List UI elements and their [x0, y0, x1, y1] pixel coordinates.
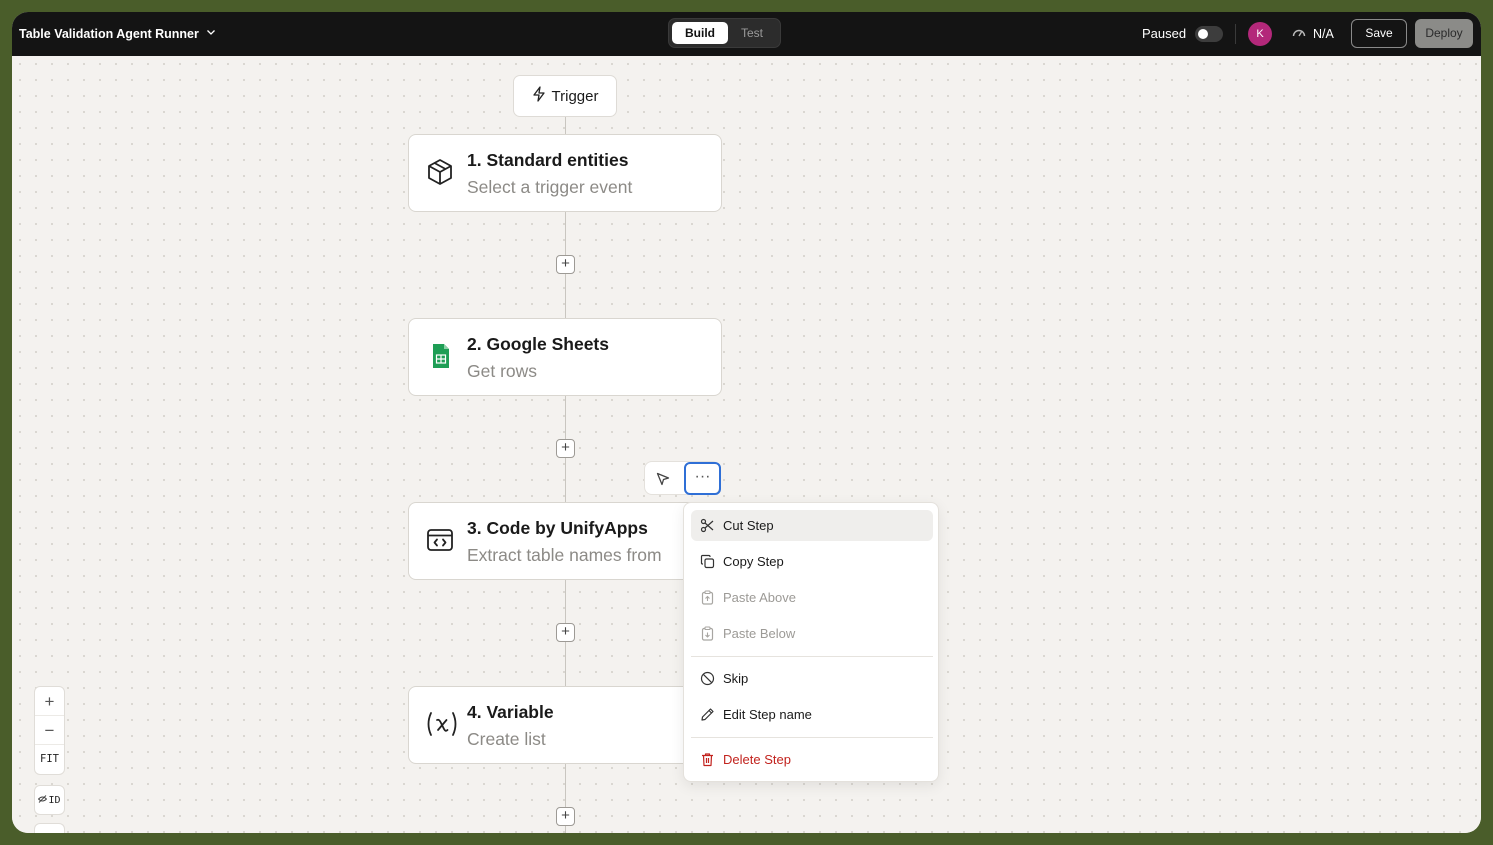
chevron-down-icon — [205, 26, 217, 41]
menu-item-skip[interactable]: Skip — [691, 663, 933, 694]
menu-item-delete-step[interactable]: Delete Step — [691, 744, 933, 775]
menu-divider — [691, 656, 933, 657]
paused-label: Paused — [1142, 26, 1187, 41]
menu-item-label: Delete Step — [723, 752, 791, 767]
add-step-button[interactable]: + — [556, 807, 575, 826]
paused-toggle[interactable] — [1195, 26, 1223, 42]
show-ids-toggle[interactable]: ID — [34, 785, 65, 815]
step-card[interactable]: 1. Standard entities Select a trigger ev… — [408, 134, 722, 212]
step-title: 1. Standard entities — [467, 150, 629, 170]
skip-circle-icon — [699, 671, 715, 687]
menu-item-label: Cut Step — [723, 518, 774, 533]
metric-indicator[interactable]: N/A — [1291, 26, 1334, 41]
zoom-controls: + − FIT — [34, 686, 65, 775]
copy-icon — [699, 554, 715, 570]
add-step-button[interactable]: + — [556, 439, 575, 458]
trigger-label: Trigger — [551, 87, 599, 105]
menu-item-paste-above[interactable]: Paste Above — [691, 582, 933, 613]
more-options-button[interactable]: ··· — [684, 462, 721, 495]
menu-item-label: Edit Step name — [723, 707, 812, 722]
box-icon — [425, 157, 457, 189]
step-title: 3. Code by UnifyApps — [467, 518, 648, 538]
cursor-pointer-icon[interactable] — [651, 468, 675, 490]
menu-item-cut-step[interactable]: Cut Step — [691, 510, 933, 541]
step-card[interactable]: 2. Google Sheets Get rows — [408, 318, 722, 396]
variable-icon — [425, 709, 457, 741]
step-subtitle: Select a trigger event — [467, 177, 633, 197]
clipboard-down-icon — [699, 626, 715, 642]
step-card-selected[interactable]: 3. Code by UnifyApps Extract table names… — [408, 502, 722, 580]
top-bar: Table Validation Agent Runner Build Test… — [12, 12, 1481, 56]
step-subtitle: Extract table names from — [467, 545, 662, 565]
workflow-canvas[interactable]: Trigger 1. Standard entities Select a tr… — [12, 56, 1481, 833]
tab-test[interactable]: Test — [728, 22, 776, 44]
workflow-title: Table Validation Agent Runner — [19, 26, 199, 41]
step-title: 4. Variable — [467, 702, 554, 722]
zoom-out-button[interactable]: − — [35, 716, 64, 745]
fit-view-button[interactable]: FIT — [35, 745, 64, 774]
code-window-icon — [425, 525, 457, 557]
mode-switch: Build Test — [668, 18, 781, 48]
lightning-icon — [532, 86, 546, 106]
menu-item-label: Copy Step — [723, 554, 784, 569]
tab-build[interactable]: Build — [672, 22, 728, 44]
menu-item-edit-step-name[interactable]: Edit Step name — [691, 699, 933, 730]
divider — [1235, 24, 1236, 44]
metric-value: N/A — [1313, 26, 1334, 41]
menu-divider — [691, 737, 933, 738]
add-step-button[interactable]: + — [556, 255, 575, 274]
eye-off-icon — [38, 794, 48, 806]
workflow-title-dropdown[interactable]: Table Validation Agent Runner — [19, 26, 217, 41]
gauge-icon — [1291, 26, 1307, 41]
connector-line — [565, 117, 566, 134]
step-card[interactable]: 4. Variable Create list — [408, 686, 722, 764]
pencil-icon — [699, 707, 715, 723]
avatar[interactable]: K — [1248, 22, 1272, 46]
step-title: 2. Google Sheets — [467, 334, 609, 354]
save-button[interactable]: Save — [1351, 19, 1407, 48]
add-step-button[interactable]: + — [556, 623, 575, 642]
id-toggle-label: ID — [48, 794, 61, 806]
trash-icon — [699, 752, 715, 768]
clipboard-up-icon — [699, 590, 715, 606]
step-toolbar: ··· — [644, 461, 721, 495]
deploy-button[interactable]: Deploy — [1415, 19, 1473, 48]
menu-item-label: Paste Above — [723, 590, 796, 605]
google-sheets-icon — [425, 341, 457, 373]
step-subtitle: Create list — [467, 729, 546, 749]
scissors-icon — [699, 518, 715, 534]
zoom-in-button[interactable]: + — [35, 687, 64, 716]
menu-item-paste-below[interactable]: Paste Below — [691, 618, 933, 649]
step-context-menu: Cut Step Copy Step Paste Above Paste Bel… — [683, 502, 939, 782]
trigger-button[interactable]: Trigger — [513, 75, 617, 117]
menu-item-label: Paste Below — [723, 626, 796, 641]
app-window: Table Validation Agent Runner Build Test… — [12, 12, 1481, 833]
menu-item-copy-step[interactable]: Copy Step — [691, 546, 933, 577]
step-subtitle: Get rows — [467, 361, 538, 381]
partial-control — [34, 823, 65, 833]
menu-item-label: Skip — [723, 671, 749, 686]
